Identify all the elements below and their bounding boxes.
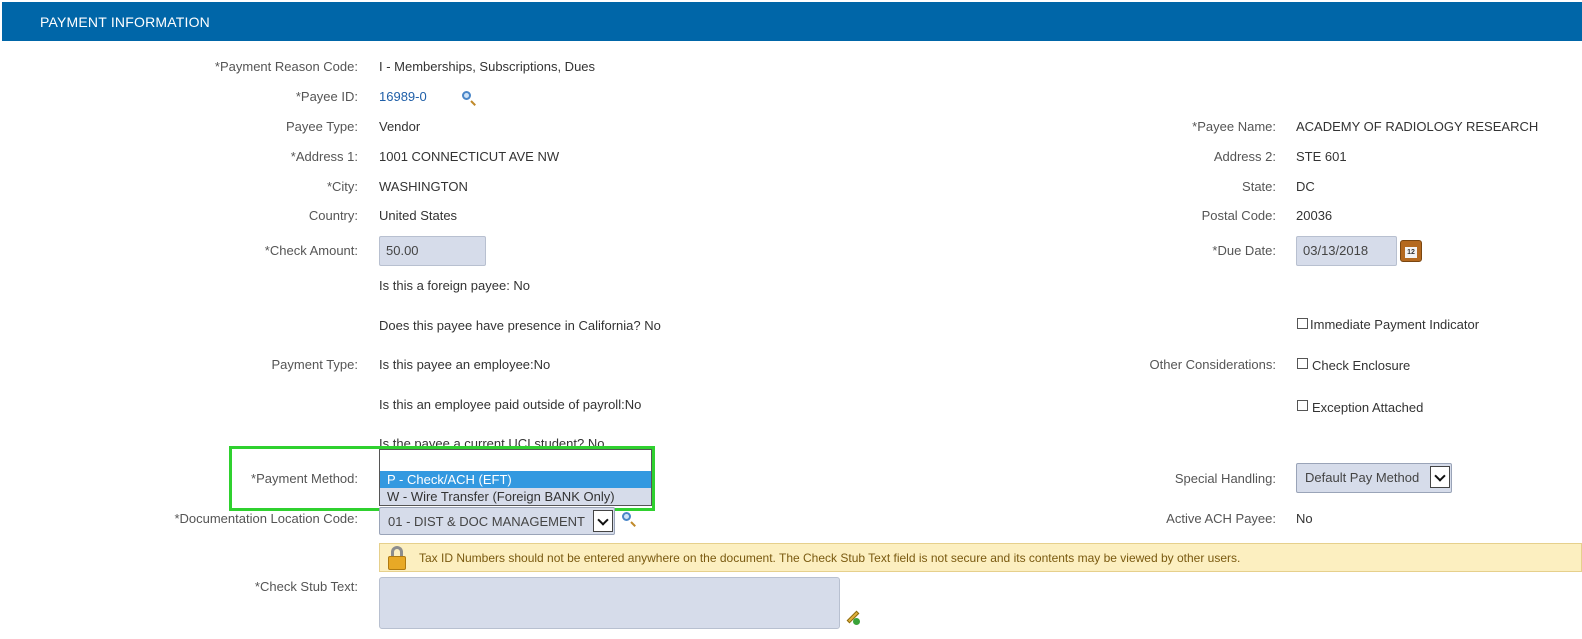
immediate-payment-label: Immediate Payment Indicator: [1310, 317, 1480, 332]
section-header: PAYMENT INFORMATION: [2, 2, 1582, 41]
outside-payroll-text: Is this an employee paid outside of payr…: [379, 397, 642, 412]
payee-id-label: *Payee ID:: [295, 89, 358, 104]
postal-code-value: 20036: [1296, 208, 1333, 223]
address1-label: *Address 1:: [290, 149, 358, 164]
due-date-label: *Due Date:: [1212, 243, 1276, 258]
check-enclosure-label: Check Enclosure: [1312, 358, 1411, 373]
exception-attached-label: Exception Attached: [1312, 400, 1424, 415]
check-amount-label: *Check Amount:: [264, 243, 358, 258]
warning-text: Tax ID Numbers should not be entered any…: [419, 551, 1241, 565]
payee-type-value: Vendor: [379, 119, 421, 134]
special-handling-select[interactable]: Default Pay Method: [1296, 463, 1452, 493]
payment-method-highlight-box: [229, 446, 655, 511]
lock-icon: [387, 546, 407, 570]
payment-reason-code-value: I - Memberships, Subscriptions, Dues: [379, 59, 596, 74]
tax-id-warning-banner: Tax ID Numbers should not be entered any…: [379, 543, 1582, 572]
california-presence-text: Does this payee have presence in Califor…: [379, 318, 661, 333]
foreign-payee-text: Is this a foreign payee: No: [379, 278, 531, 293]
other-considerations-label: Other Considerations:: [1149, 357, 1276, 372]
country-value: United States: [379, 208, 458, 223]
active-ach-value: No: [1296, 511, 1313, 526]
chevron-down-icon[interactable]: [593, 510, 613, 532]
special-handling-value: Default Pay Method: [1305, 470, 1420, 485]
city-label: *City:: [326, 179, 358, 194]
address2-label: Address 2:: [1213, 149, 1276, 164]
address2-value: STE 601: [1296, 149, 1347, 164]
check-stub-label: *Check Stub Text:: [254, 579, 358, 594]
payee-name-value: ACADEMY OF RADIOLOGY RESEARCH: [1296, 119, 1539, 134]
check-enclosure-checkbox[interactable]: [1297, 358, 1308, 369]
doc-location-value: 01 - DIST & DOC MANAGEMENT: [388, 514, 585, 529]
country-label: Country:: [308, 208, 358, 223]
pencil-icon[interactable]: [845, 610, 860, 625]
payee-name-label: *Payee Name:: [1192, 119, 1276, 134]
special-handling-label: Special Handling:: [1174, 471, 1276, 486]
payee-type-label: Payee Type:: [285, 119, 358, 134]
employee-text: Is this payee an employee:No: [379, 357, 551, 372]
exception-attached-checkbox[interactable]: [1297, 400, 1308, 411]
address1-value: 1001 CONNECTICUT AVE NW: [379, 149, 560, 164]
payment-reason-code-label: *Payment Reason Code:: [214, 59, 358, 74]
doc-location-label: *Documentation Location Code:: [174, 511, 358, 526]
check-amount-input[interactable]: 50.00: [379, 236, 486, 266]
city-value: WASHINGTON: [379, 179, 468, 194]
postal-code-label: Postal Code:: [1201, 208, 1276, 223]
calendar-icon[interactable]: 12: [1400, 240, 1422, 262]
check-stub-textarea[interactable]: [379, 577, 840, 629]
section-title: PAYMENT INFORMATION: [40, 14, 210, 30]
state-label: State:: [1242, 179, 1276, 194]
payee-lookup-magnifier-icon[interactable]: [462, 91, 471, 100]
active-ach-label: Active ACH Payee:: [1166, 511, 1276, 526]
doc-location-magnifier-icon[interactable]: [622, 512, 631, 521]
chevron-down-icon[interactable]: [1430, 466, 1450, 488]
due-date-input[interactable]: 03/13/2018: [1296, 236, 1397, 266]
state-value: DC: [1296, 179, 1315, 194]
immediate-payment-checkbox[interactable]: [1297, 318, 1308, 329]
payment-type-label: Payment Type:: [271, 357, 358, 372]
doc-location-select[interactable]: 01 - DIST & DOC MANAGEMENT: [379, 507, 615, 535]
payee-id-link[interactable]: 16989-0: [379, 89, 427, 104]
